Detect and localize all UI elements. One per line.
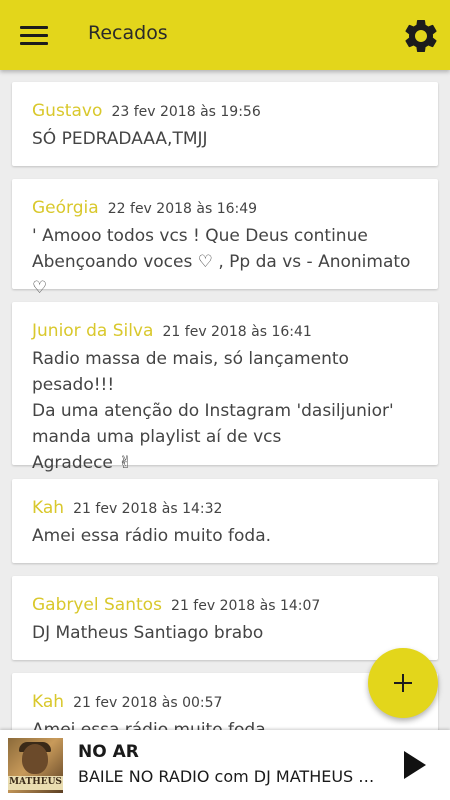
message-header: Gabryel Santos 21 fev 2018 às 14:07 <box>32 594 418 617</box>
app-bar: Recados <box>0 0 450 70</box>
message-text: SÓ PEDRADAAA,TMJJ <box>32 129 208 149</box>
message-card[interactable]: Geórgia 22 fev 2018 às 16:49 ' Amooo tod… <box>12 179 438 298</box>
on-air-label: NO AR <box>78 742 139 762</box>
play-icon <box>404 751 426 779</box>
message-card[interactable]: Gabryel Santos 21 fev 2018 às 14:07 DJ M… <box>12 576 438 660</box>
page-title: Recados <box>88 22 168 44</box>
message-date: 21 fev 2018 às 14:07 <box>171 598 321 614</box>
now-playing-title: BAILE NO RADIO com DJ MATHEUS SANTIAGO <box>78 767 378 786</box>
add-message-button[interactable] <box>368 648 438 718</box>
album-cover[interactable]: MATHEUS <box>8 738 63 793</box>
message-author: Kah <box>32 692 65 712</box>
message-text: ' Amooo todos vcs ! Que Deus continue Ab… <box>32 226 411 298</box>
message-header: Gustavo 23 fev 2018 às 19:56 <box>32 100 418 123</box>
message-date: 21 fev 2018 às 16:41 <box>162 324 312 340</box>
message-header: Geórgia 22 fev 2018 às 16:49 <box>32 197 418 220</box>
plus-icon <box>402 674 404 692</box>
message-header: Kah 21 fev 2018 às 14:32 <box>32 497 418 520</box>
menu-icon-line <box>20 34 48 37</box>
message-header: Kah 21 fev 2018 às 00:57 <box>32 691 418 714</box>
play-button[interactable] <box>398 747 432 783</box>
now-playing-bar[interactable]: MATHEUS NO AR BAILE NO RADIO com DJ MATH… <box>0 730 450 800</box>
message-author: Gustavo <box>32 101 103 121</box>
message-date: 23 fev 2018 às 19:56 <box>111 104 261 120</box>
message-card[interactable]: Junior da Silva 21 fev 2018 às 16:41 Rad… <box>12 302 438 473</box>
message-author: Junior da Silva <box>32 321 154 341</box>
menu-icon-line <box>20 42 48 45</box>
message-text: Radio massa de mais, só lançamento pesad… <box>32 349 394 473</box>
message-text: Amei essa rádio muito foda. <box>32 720 272 730</box>
menu-icon[interactable] <box>20 24 50 46</box>
messages-list[interactable]: Gustavo 23 fev 2018 às 19:56 SÓ PEDRADAA… <box>0 70 450 730</box>
message-date: 21 fev 2018 às 00:57 <box>73 695 223 711</box>
cover-text: MATHEUS <box>9 777 62 787</box>
message-card[interactable]: Gustavo 23 fev 2018 às 19:56 SÓ PEDRADAA… <box>12 82 438 166</box>
message-text: DJ Matheus Santiago brabo <box>32 623 264 643</box>
message-text: Amei essa rádio muito foda. <box>32 526 272 546</box>
message-author: Geórgia <box>32 198 99 218</box>
message-author: Kah <box>32 498 65 518</box>
menu-icon-line <box>20 26 48 29</box>
message-card[interactable]: Kah 21 fev 2018 às 14:32 Amei essa rádio… <box>12 479 438 563</box>
gear-icon <box>405 19 437 52</box>
message-date: 21 fev 2018 às 14:32 <box>73 501 223 517</box>
settings-button[interactable] <box>401 16 441 56</box>
message-author: Gabryel Santos <box>32 595 162 615</box>
cover-face <box>22 744 48 774</box>
message-header: Junior da Silva 21 fev 2018 às 16:41 <box>32 320 418 343</box>
message-date: 22 fev 2018 às 16:49 <box>107 201 258 217</box>
